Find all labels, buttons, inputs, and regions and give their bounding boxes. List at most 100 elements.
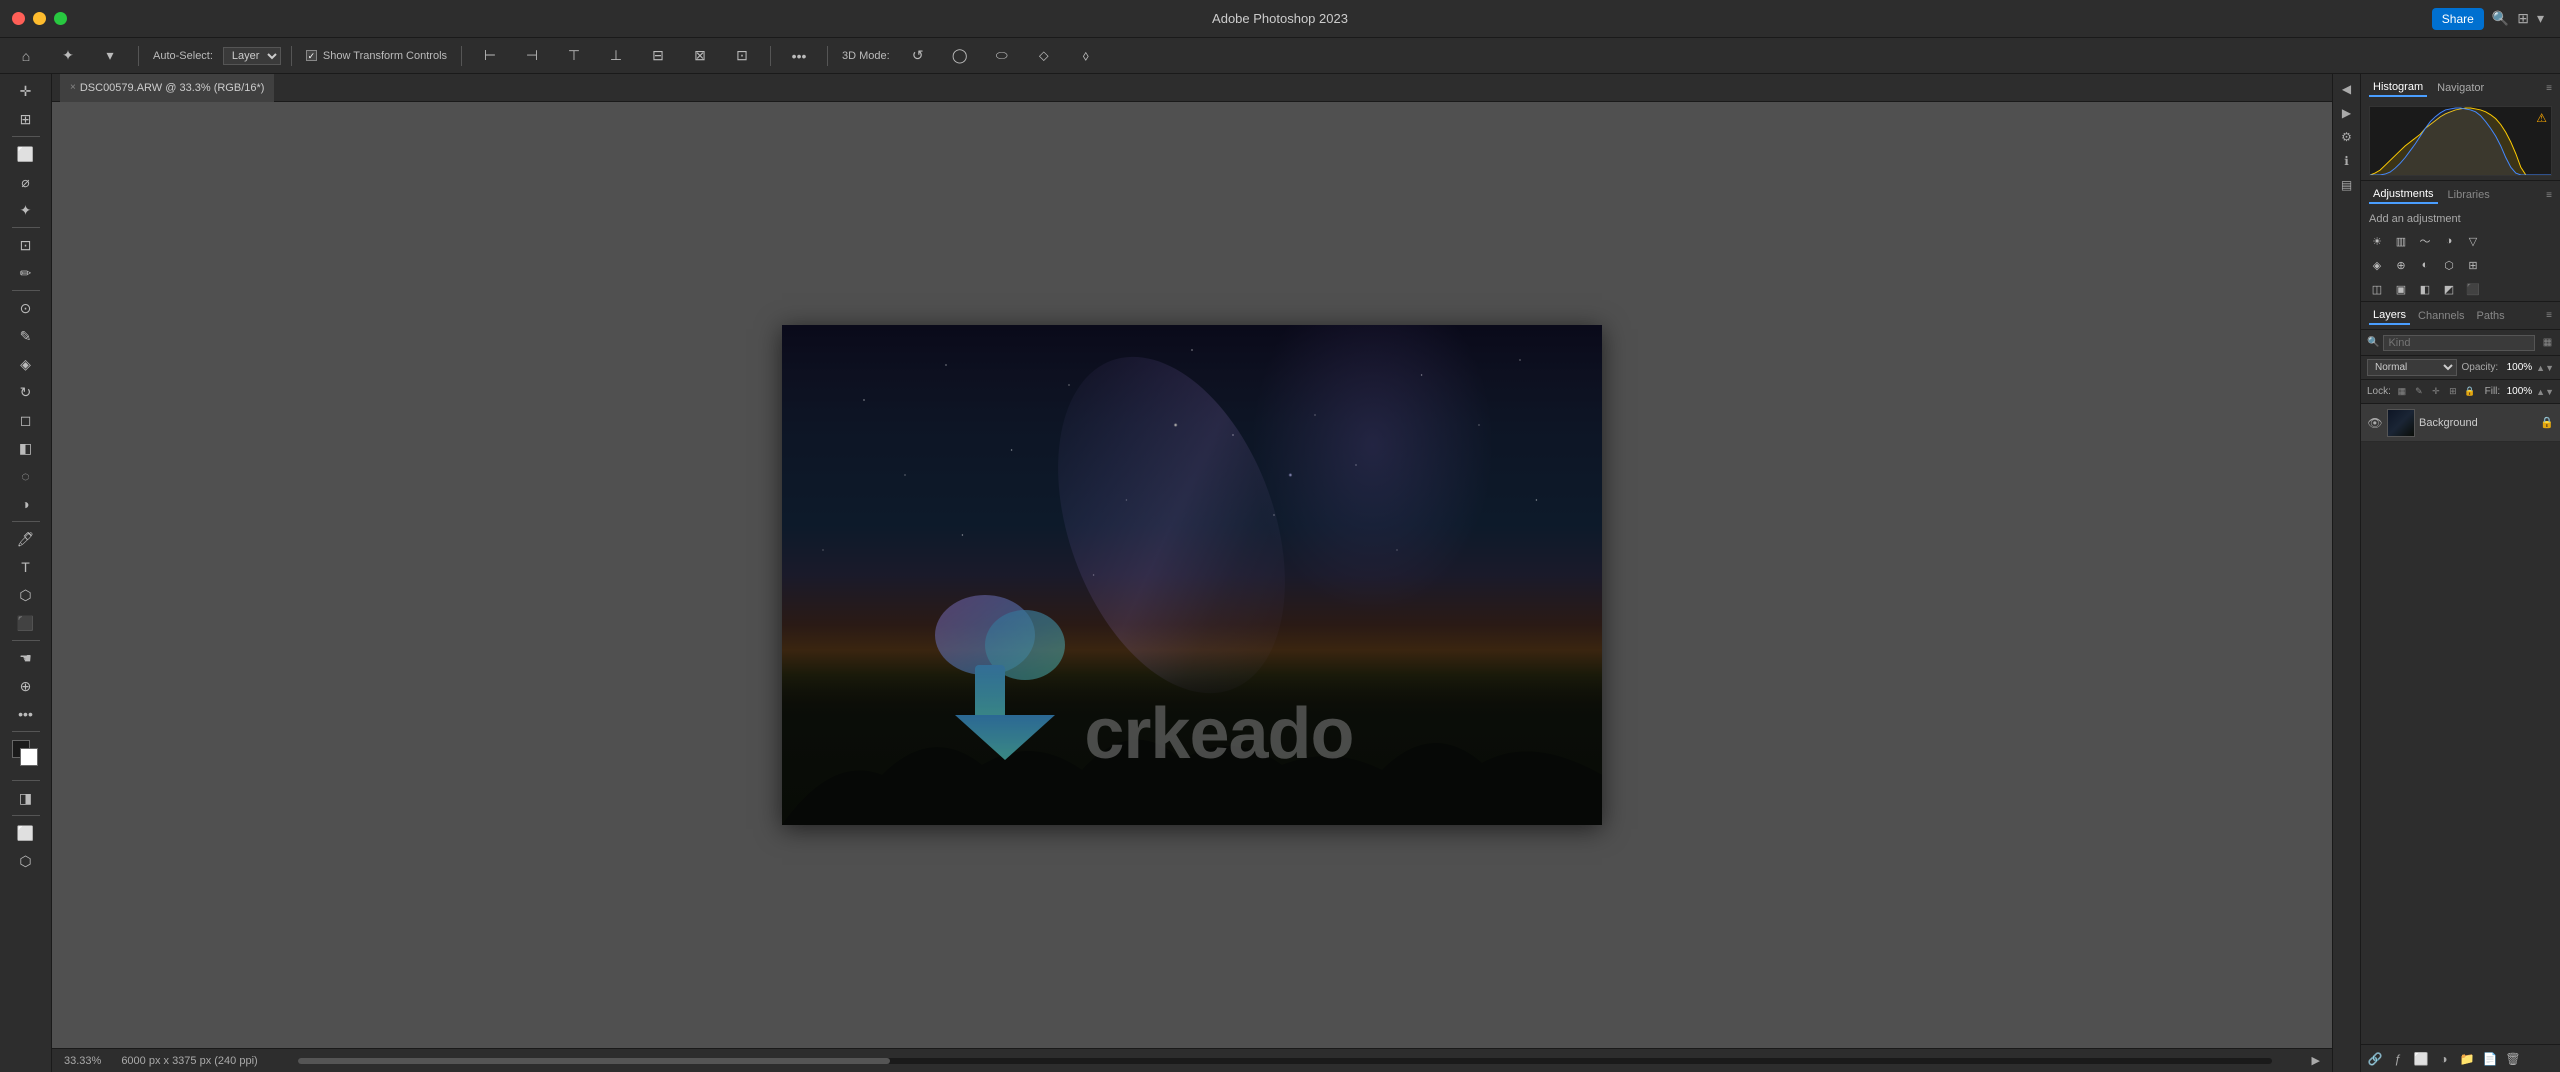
link-layers-icon[interactable]: 🔗 (2365, 1049, 2385, 1069)
new-fill-adjustment-icon[interactable]: ◑ (2434, 1049, 2454, 1069)
layers-rail-icon[interactable]: ▤ (2336, 174, 2358, 196)
status-arrow[interactable]: ▶ (2312, 1054, 2320, 1067)
invert-icon[interactable]: ◫ (2367, 279, 2387, 299)
delete-layer-icon[interactable]: 🗑 (2503, 1049, 2523, 1069)
selective-color-icon[interactable]: ⬛ (2463, 279, 2483, 299)
align-right-icon[interactable]: ⊤ (556, 43, 592, 69)
tab-navigator[interactable]: Navigator (2433, 80, 2488, 96)
tab-histogram[interactable]: Histogram (2369, 79, 2427, 97)
color-swatches[interactable] (8, 740, 44, 772)
tab-layers[interactable]: Layers (2369, 307, 2410, 325)
artboard-tool[interactable]: ⊞ (8, 106, 44, 132)
clone-stamp-tool[interactable]: ◈ (8, 351, 44, 377)
pen-tool[interactable]: 🖊 (8, 526, 44, 552)
3d-slide-icon[interactable]: ⬦ (1026, 43, 1062, 69)
quick-mask-icon[interactable]: ◨ (8, 785, 44, 811)
3d-roll-icon[interactable]: ⬭ (984, 43, 1020, 69)
spot-healing-brush-tool[interactable]: ⊙ (8, 295, 44, 321)
blend-mode-select[interactable]: Normal (2367, 359, 2457, 376)
tool-options-icon[interactable]: ▾ (92, 43, 128, 69)
layer-select[interactable]: Layer (223, 47, 281, 65)
black-white-icon[interactable]: ◐ (2415, 255, 2435, 275)
lock-artboard-icon[interactable]: ⊞ (2446, 385, 2460, 399)
search-icon[interactable]: 🔍 (2492, 10, 2509, 27)
3d-rotate-icon[interactable]: ↺ (900, 43, 936, 69)
move-tool[interactable]: ✛ (8, 78, 44, 104)
channel-mixer-icon[interactable]: ⊞ (2463, 255, 2483, 275)
layers-search-input[interactable] (2383, 335, 2535, 351)
posterize-icon[interactable]: ▣ (2391, 279, 2411, 299)
threshold-icon[interactable]: ◧ (2415, 279, 2435, 299)
lock-position-icon[interactable]: ✛ (2429, 385, 2443, 399)
exposure-icon[interactable]: ◑ (2439, 231, 2459, 251)
color-balance-icon[interactable]: ⊕ (2391, 255, 2411, 275)
3d-pan-icon[interactable]: ◯ (942, 43, 978, 69)
collapse-right-rail-icon[interactable]: ◀ (2336, 78, 2358, 100)
maximize-button[interactable] (54, 12, 67, 25)
tab-adjustments[interactable]: Adjustments (2369, 186, 2438, 204)
hue-saturation-icon[interactable]: ◈ (2367, 255, 2387, 275)
lock-all-icon[interactable]: 🔒 (2463, 385, 2477, 399)
eyedropper-tool[interactable]: ✏ (8, 260, 44, 286)
new-layer-icon[interactable]: 📄 (2480, 1049, 2500, 1069)
brightness-contrast-icon[interactable]: ☀ (2367, 231, 2387, 251)
align-center-h-icon[interactable]: ⊣ (514, 43, 550, 69)
vibrance-icon[interactable]: ▽ (2463, 231, 2483, 251)
3d-scale-icon[interactable]: ⬨ (1068, 43, 1104, 69)
tab-channels[interactable]: Channels (2414, 308, 2468, 324)
rectangular-marquee-tool[interactable]: ⬜ (8, 141, 44, 167)
path-selection-tool[interactable]: ⬡ (8, 582, 44, 608)
layer-item-background[interactable]: 👁 Background 🔒 (2361, 404, 2560, 442)
lasso-tool[interactable]: ⌀ (8, 169, 44, 195)
layer-mask-icon[interactable]: ⬜ (2411, 1049, 2431, 1069)
histogram-collapse-icon[interactable]: ≡ (2546, 83, 2552, 94)
filter-pixel-icon[interactable]: ▦ (2539, 335, 2555, 351)
settings-icon[interactable]: ⚙ (2336, 126, 2358, 148)
more-options-icon[interactable]: ••• (781, 43, 817, 69)
grid-icon[interactable]: ⊞ (2517, 10, 2529, 27)
show-transform-controls[interactable]: Show Transform Controls (302, 48, 451, 64)
screen-mode-icon[interactable]: ⬜ (8, 820, 44, 846)
align-bottom-icon[interactable]: ⊠ (682, 43, 718, 69)
hand-tool[interactable]: ☚ (8, 645, 44, 671)
crop-tool[interactable]: ⊡ (8, 232, 44, 258)
curves-icon[interactable]: 〜 (2415, 231, 2435, 251)
tab-libraries[interactable]: Libraries (2444, 187, 2494, 203)
frame-tool-icon[interactable]: ⬡ (8, 848, 44, 874)
layer-effects-icon[interactable]: ƒ (2388, 1049, 2408, 1069)
photo-filter-icon[interactable]: ⬡ (2439, 255, 2459, 275)
gradient-tool[interactable]: ◧ (8, 435, 44, 461)
history-brush-tool[interactable]: ↻ (8, 379, 44, 405)
share-button[interactable]: Share (2432, 8, 2484, 30)
new-group-icon[interactable]: 📁 (2457, 1049, 2477, 1069)
align-top-icon[interactable]: ⊥ (598, 43, 634, 69)
distribute-icon[interactable]: ⊡ (724, 43, 760, 69)
eraser-tool[interactable]: ◻ (8, 407, 44, 433)
transform-checkbox[interactable] (306, 50, 317, 61)
blur-tool[interactable]: ◌ (8, 463, 44, 489)
info-icon[interactable]: ℹ (2336, 150, 2358, 172)
layer-visibility-icon[interactable]: 👁 (2367, 415, 2383, 431)
align-center-v-icon[interactable]: ⊟ (640, 43, 676, 69)
background-color[interactable] (20, 748, 38, 766)
play-icon[interactable]: ▶ (2336, 102, 2358, 124)
document-tab[interactable]: × DSC00579.ARW @ 33.3% (RGB/16*) (60, 74, 274, 102)
home-icon[interactable]: ⌂ (8, 43, 44, 69)
type-tool[interactable]: T (8, 554, 44, 580)
close-button[interactable] (12, 12, 25, 25)
more-tools-icon[interactable]: ••• (8, 701, 44, 727)
lock-image-icon[interactable]: ✎ (2412, 385, 2426, 399)
levels-icon[interactable]: ▥ (2391, 231, 2411, 251)
move-tool-icon[interactable]: ✦ (50, 43, 86, 69)
dodge-tool[interactable]: ◑ (8, 491, 44, 517)
minimize-button[interactable] (33, 12, 46, 25)
shape-tool[interactable]: ⬛ (8, 610, 44, 636)
tab-paths[interactable]: Paths (2473, 308, 2509, 324)
fill-arrows[interactable]: ▲▼ (2536, 387, 2554, 397)
canvas-scroll[interactable]: crkeado (52, 102, 2332, 1048)
tab-close-icon[interactable]: × (70, 82, 76, 93)
layers-collapse-icon[interactable]: ≡ (2546, 310, 2552, 321)
brush-tool[interactable]: ✎ (8, 323, 44, 349)
zoom-tool[interactable]: ⊕ (8, 673, 44, 699)
magic-wand-tool[interactable]: ✦ (8, 197, 44, 223)
